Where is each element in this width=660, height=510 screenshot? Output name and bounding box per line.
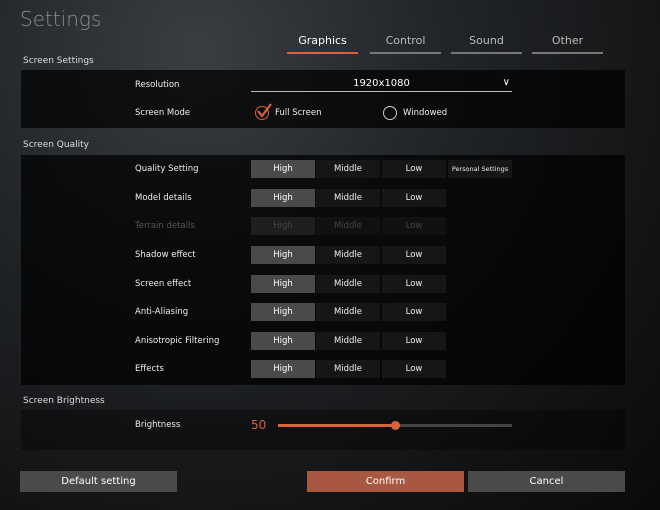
option-middle-button[interactable]: Middle (316, 189, 380, 207)
screen-mode-label: Screen Mode (135, 108, 191, 118)
slider-fill (278, 424, 395, 427)
slider-thumb[interactable] (391, 421, 400, 430)
chevron-down-icon: ∨ (502, 77, 510, 88)
option-high-button[interactable]: High (251, 160, 315, 178)
quality-row-label: Effects (135, 364, 164, 374)
option-high-button: High (251, 217, 315, 235)
full-screen-option[interactable]: Full Screen (255, 103, 322, 120)
option-low-button[interactable]: Low (382, 275, 446, 293)
screen-quality-heading: Screen Quality (23, 140, 89, 150)
option-middle-button[interactable]: Middle (316, 275, 380, 293)
option-low-button[interactable]: Low (382, 303, 446, 321)
option-low-button[interactable]: Low (382, 160, 446, 178)
brightness-slider[interactable] (278, 421, 512, 430)
option-middle-button[interactable]: Middle (316, 332, 380, 350)
quality-row-label: Model details (135, 193, 192, 203)
quality-row-label: Shadow effect (135, 250, 196, 260)
windowed-label: Windowed (403, 108, 448, 118)
quality-row-label: Screen effect (135, 279, 192, 289)
quality-row-label: Anti-Aliasing (135, 307, 189, 317)
screen-settings-heading: Screen Settings (23, 56, 94, 66)
option-high-button[interactable]: High (251, 275, 315, 293)
tab-sound[interactable]: Sound (451, 34, 522, 54)
quality-row-label: Quality Setting (135, 164, 199, 174)
tab-graphics[interactable]: Graphics (287, 34, 358, 54)
option-middle-button[interactable]: Middle (316, 360, 380, 378)
screen-brightness-heading: Screen Brightness (23, 396, 105, 406)
option-high-button[interactable]: High (251, 246, 315, 264)
option-middle-button[interactable]: Middle (316, 160, 380, 178)
option-high-button[interactable]: High (251, 360, 315, 378)
windowed-option[interactable]: Windowed (383, 106, 447, 120)
resolution-label: Resolution (135, 80, 180, 90)
option-low-button: Low (382, 217, 446, 235)
option-middle-button[interactable]: Middle (316, 303, 380, 321)
option-low-button[interactable]: Low (382, 246, 446, 264)
option-low-button[interactable]: Low (382, 332, 446, 350)
option-high-button[interactable]: High (251, 189, 315, 207)
personal-settings-button[interactable]: Personal Settings (448, 160, 512, 178)
resolution-dropdown[interactable]: 1920x1080 ∨ (251, 77, 512, 92)
full-screen-label: Full Screen (275, 108, 322, 118)
resolution-value: 1920x1080 (353, 78, 410, 89)
brightness-value: 50 (251, 418, 267, 432)
confirm-button[interactable]: Confirm (307, 471, 464, 492)
option-middle-button[interactable]: Middle (316, 246, 380, 264)
tab-other[interactable]: Other (532, 34, 603, 54)
checkmark-icon (255, 103, 272, 120)
radio-icon (383, 106, 397, 120)
quality-row-label: Anisotropic Filtering (135, 336, 220, 346)
option-high-button[interactable]: High (251, 332, 315, 350)
page-title: Settings (20, 7, 102, 31)
cancel-button[interactable]: Cancel (468, 471, 625, 492)
brightness-label: Brightness (135, 420, 181, 430)
quality-row-label: Terrain details (135, 221, 195, 231)
option-low-button[interactable]: Low (382, 189, 446, 207)
default-setting-button[interactable]: Default setting (20, 471, 177, 492)
tab-control[interactable]: Control (370, 34, 441, 54)
option-middle-button: Middle (316, 217, 380, 235)
option-high-button[interactable]: High (251, 303, 315, 321)
brightness-panel (21, 410, 625, 450)
option-low-button[interactable]: Low (382, 360, 446, 378)
